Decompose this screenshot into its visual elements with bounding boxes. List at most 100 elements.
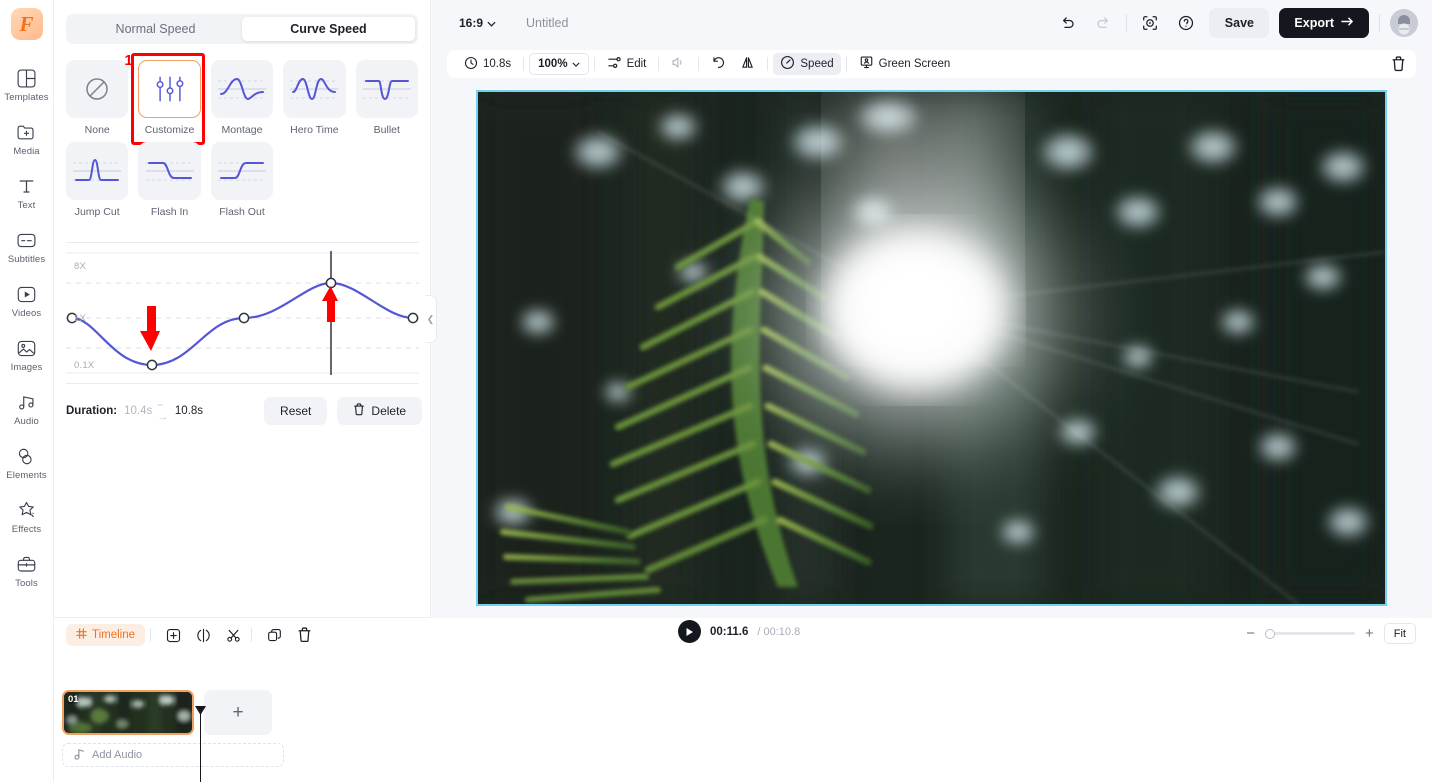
sidebar-item-media[interactable]: Media xyxy=(0,112,53,166)
delete-curve-button[interactable]: Delete xyxy=(337,397,423,425)
curve-preset-none[interactable]: None xyxy=(66,60,129,136)
speed-label: Speed xyxy=(800,58,834,70)
clip-thumbnail xyxy=(64,692,192,733)
document-title[interactable]: Untitled xyxy=(526,16,568,30)
preset-label: Customize xyxy=(144,124,195,136)
green-screen-button[interactable]: Green Screen xyxy=(852,53,958,75)
curve-preset-jump-cut[interactable]: Jump Cut xyxy=(66,142,129,218)
curve-preset-flash-in[interactable]: Flash In xyxy=(138,142,201,218)
sidebar-item-audio[interactable]: Audio xyxy=(0,382,53,436)
add-audio-track[interactable]: Add Audio xyxy=(62,743,284,767)
delete-clip-button[interactable] xyxy=(1391,56,1406,72)
avatar-divider xyxy=(1379,14,1380,32)
curve-preset-bullet[interactable]: Bullet xyxy=(355,60,418,136)
timeline-clip[interactable]: 01 xyxy=(62,690,194,735)
aspect-ratio-selector[interactable]: 16:9 xyxy=(459,16,496,30)
sidebar-item-elements[interactable]: Elements xyxy=(0,436,53,490)
help-icon[interactable] xyxy=(1173,10,1199,36)
play-button[interactable] xyxy=(678,620,701,643)
curve-preset-customize[interactable]: Customize 1 xyxy=(124,52,206,145)
preset-label: Montage xyxy=(221,124,263,136)
effects-icon xyxy=(16,500,37,521)
save-button[interactable]: Save xyxy=(1209,8,1270,38)
edit-button[interactable]: Edit xyxy=(600,53,654,75)
curve-axis-label-bottom: 0.1X xyxy=(74,360,95,371)
sidebar-item-effects[interactable]: Effects xyxy=(0,490,53,544)
curve-preset-montage[interactable]: Montage xyxy=(210,60,274,136)
clip-index-badge: 01 xyxy=(68,694,79,705)
fit-button[interactable]: Fit xyxy=(1383,623,1416,644)
timeline-toolbar: Timeline 00:11.6 / 00:10.8 − + Fit xyxy=(54,618,1432,652)
left-rail: F Templates Media Text Subtitles Videos Image… xyxy=(0,0,54,782)
curve-axis-label-mid: 1X xyxy=(74,313,87,324)
toolbar-sep-3 xyxy=(658,57,660,71)
zoom-in-button[interactable]: + xyxy=(1365,626,1374,641)
add-clip-button[interactable]: + xyxy=(204,690,272,735)
redo-icon[interactable] xyxy=(1090,10,1116,36)
volume-icon xyxy=(671,55,686,73)
delete-track-icon[interactable] xyxy=(291,622,317,648)
speed-button[interactable]: Speed xyxy=(773,53,841,75)
clip-toolbar: 10.8s 100% Edit Speed Green Screen xyxy=(447,50,1416,78)
preset-thumbnail xyxy=(66,142,129,200)
tab-curve-speed[interactable]: Curve Speed xyxy=(242,17,415,41)
reset-curve-button[interactable]: Reset xyxy=(264,397,328,425)
preset-label: Flash In xyxy=(150,206,189,218)
record-icon[interactable] xyxy=(1137,10,1163,36)
preset-label: None xyxy=(84,124,110,136)
mute-button[interactable] xyxy=(664,53,693,75)
timeline-sep-2 xyxy=(251,628,253,642)
preset-thumbnail xyxy=(355,60,418,118)
duplicate-icon[interactable] xyxy=(261,622,287,648)
cut-scissors-icon[interactable] xyxy=(220,622,246,648)
templates-icon xyxy=(16,68,37,89)
duration-row: Duration: 10.4s --→ 10.8s Reset Delete xyxy=(66,396,423,426)
app-logo[interactable]: F xyxy=(10,8,43,40)
timeline-playhead[interactable] xyxy=(200,706,201,782)
sidebar-item-label: Text xyxy=(17,199,36,211)
toolbar-sep-5 xyxy=(767,57,769,71)
duration-label: Duration: xyxy=(66,405,118,417)
sidebar-item-label: Templates xyxy=(4,91,49,103)
split-icon[interactable] xyxy=(190,622,216,648)
sidebar-item-text[interactable]: Text xyxy=(0,166,53,220)
speed-curve-svg[interactable] xyxy=(66,243,419,383)
sidebar-item-tools[interactable]: Tools xyxy=(0,544,53,598)
curve-preset-hero-time[interactable]: Hero Time xyxy=(283,60,346,136)
add-track-icon[interactable] xyxy=(160,622,186,648)
rotate-left-icon xyxy=(711,55,726,73)
sidebar-item-templates[interactable]: Templates xyxy=(0,58,53,112)
tab-normal-speed[interactable]: Normal Speed xyxy=(69,17,242,41)
clock-icon xyxy=(464,56,478,73)
sidebar-item-subtitles[interactable]: Subtitles xyxy=(0,220,53,274)
user-avatar[interactable] xyxy=(1390,9,1418,37)
sidebar-item-label: Videos xyxy=(11,307,42,319)
videos-icon xyxy=(16,284,37,305)
clip-duration[interactable]: 10.8s xyxy=(457,53,518,75)
sidebar-item-images[interactable]: Images xyxy=(0,328,53,382)
zoom-slider-knob[interactable] xyxy=(1265,628,1275,639)
toolbar-divider xyxy=(1126,14,1128,32)
flip-button[interactable] xyxy=(733,53,762,75)
undo-icon[interactable] xyxy=(1054,10,1080,36)
sidebar-item-videos[interactable]: Videos xyxy=(0,274,53,328)
rotate-button[interactable] xyxy=(704,53,733,75)
zoom-out-button[interactable]: − xyxy=(1246,626,1255,641)
curve-preset-flash-out[interactable]: Flash Out xyxy=(210,142,274,218)
green-screen-label: Green Screen xyxy=(878,58,951,70)
clip-zoom-select[interactable]: 100% xyxy=(529,53,589,75)
sidebar-item-label: Audio xyxy=(14,415,39,427)
zoom-slider[interactable] xyxy=(1265,628,1355,639)
timeline-chip[interactable]: Timeline xyxy=(66,624,146,646)
person-frame-icon xyxy=(859,55,874,73)
sidebar-item-label: Effects xyxy=(11,523,42,535)
speed-curve-editor[interactable]: 8X 1X 0.1X xyxy=(66,243,419,383)
clip-duration-value: 10.8s xyxy=(483,58,512,70)
curve-axis-label-top: 8X xyxy=(74,261,87,272)
export-button[interactable]: Export xyxy=(1279,8,1369,38)
panel-collapse-handle[interactable]: ❮ xyxy=(425,295,437,343)
toolbar-sep-4 xyxy=(698,57,700,71)
preset-thumbnail xyxy=(138,60,201,118)
video-preview-frame[interactable] xyxy=(476,90,1387,606)
rail-items: Templates Media Text Subtitles Videos Images A… xyxy=(0,58,53,598)
